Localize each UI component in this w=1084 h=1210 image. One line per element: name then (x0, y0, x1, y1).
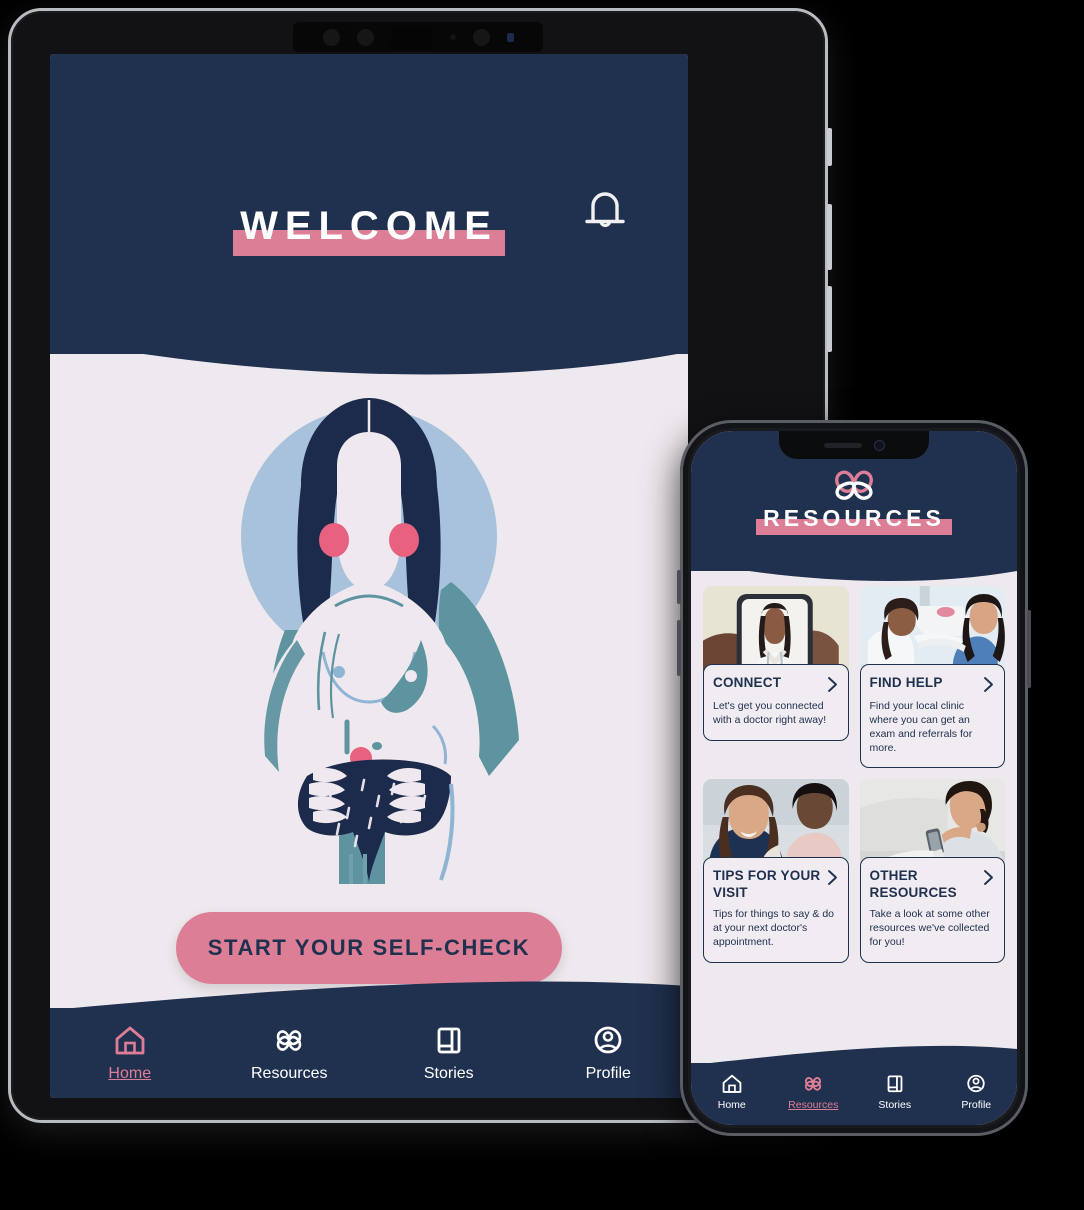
resource-card-description: Tips for things to say & do at your next… (713, 908, 835, 949)
phone-nav-item-stories[interactable]: Stories (854, 1073, 936, 1111)
chevron-right-icon[interactable] (826, 676, 839, 693)
resource-card-body: TIPS FOR YOUR VISIT Tips for things to s… (703, 857, 849, 963)
phone-front-camera (873, 439, 885, 451)
book-icon (887, 1075, 903, 1093)
phone-mute-switch[interactable] (677, 570, 681, 604)
tablet-power-button[interactable] (827, 128, 832, 166)
earring-right (389, 523, 419, 557)
book-icon (437, 1027, 461, 1053)
chevron-right-icon[interactable] (982, 869, 995, 886)
resource-card-tips-for-your-visit[interactable]: TIPS FOR YOUR VISIT Tips for things to s… (703, 779, 849, 963)
hearts-icon (277, 1029, 302, 1051)
hearts-logo-icon (835, 470, 873, 500)
page-title: WELCOME (240, 204, 498, 248)
tablet-nav-label-stories: Stories (423, 1064, 474, 1082)
tablet-indicator-light (506, 32, 514, 42)
tablet-bottom-nav: Home Resources Stories Profile (50, 1008, 688, 1098)
phone-nav-label-stories: Stories (878, 1099, 912, 1111)
resource-card-body: OTHER RESOURCES Take a look at some othe… (859, 857, 1005, 963)
phone-nav-label-profile: Profile (961, 1099, 992, 1111)
resource-card-title: OTHER RESOURCES (869, 868, 957, 900)
resource-card-description: Take a look at some other resources we'v… (869, 908, 990, 949)
profile-icon (967, 1074, 985, 1093)
resource-card-connect[interactable]: CONNECT Let's get you connected with a d… (703, 586, 849, 768)
resource-card-title: CONNECT (713, 675, 782, 690)
phone-header-curve (691, 543, 1017, 582)
self-check-illustration (241, 398, 519, 884)
phone-nav-label-resources: Resources (788, 1099, 839, 1111)
phone-nav-item-resources[interactable]: Resources (773, 1073, 855, 1111)
tablet-camera (356, 28, 374, 46)
resource-cards-grid: CONNECT Let's get you connected with a d… (703, 586, 1005, 963)
resource-card-find-help[interactable]: FIND HELP Find your local clinic where y… (859, 586, 1005, 769)
tablet-ir-camera (472, 28, 490, 46)
phone-earpiece-speaker (823, 442, 862, 448)
tablet-speaker-cutout (390, 25, 433, 49)
home-icon (115, 1026, 145, 1054)
phone-page-title: RESOURCES (763, 505, 945, 531)
phone-notch (779, 431, 929, 459)
tablet-nav-item-profile[interactable]: Profile (529, 1024, 689, 1083)
tablet-volume-up-button[interactable] (827, 204, 832, 270)
tablet-nav-item-stories[interactable]: Stories (369, 1024, 529, 1083)
resource-card-description: Find your local clinic where you can get… (869, 700, 973, 754)
tablet-volume-down-button[interactable] (827, 286, 832, 352)
chevron-right-icon[interactable] (826, 869, 839, 886)
chevron-right-icon[interactable] (982, 676, 995, 693)
phone-title-wrap: RESOURCES (691, 505, 1017, 532)
phone-bottom-nav: Home Resources Stories Profile (691, 1063, 1017, 1125)
start-self-check-button[interactable]: START YOUR SELF-CHECK (176, 912, 562, 984)
tablet-sensor-dot (322, 28, 340, 46)
resource-card-title: FIND HELP (869, 675, 943, 690)
resource-card-body: FIND HELP Find your local clinic where y… (859, 664, 1005, 769)
tablet-screen: WELCOME START YOUR SELF-CHECK Home Resou… (50, 54, 688, 1098)
earring-left (319, 523, 349, 557)
tablet-ambient-sensor (449, 34, 456, 40)
hearts-icon (805, 1077, 822, 1091)
home-icon (722, 1074, 742, 1093)
tablet-header-curve (50, 304, 688, 375)
tablet-nav-item-home[interactable]: Home (50, 1024, 210, 1083)
phone-power-button[interactable] (1027, 610, 1031, 688)
resource-card-body: CONNECT Let's get you connected with a d… (703, 664, 849, 741)
tablet-nav-label-profile: Profile (585, 1064, 631, 1082)
tablet-sensor-array (293, 22, 543, 52)
profile-icon (594, 1026, 622, 1053)
phone-nav-label-home: Home (717, 1099, 746, 1111)
tablet-title-wrap: WELCOME (50, 204, 688, 249)
resource-card-other-resources[interactable]: OTHER RESOURCES Take a look at some othe… (859, 779, 1005, 963)
resource-card-title: TIPS FOR YOUR VISIT (713, 868, 821, 900)
tablet-nav-label-home: Home (108, 1064, 152, 1082)
tablet-nav-item-resources[interactable]: Resources (210, 1024, 370, 1083)
phone-volume-button[interactable] (677, 620, 681, 676)
phone-screen: RESOURCES CONNECT Let's get you connecte… (691, 431, 1017, 1125)
resource-card-description: Let's get you connected with a doctor ri… (713, 700, 827, 726)
phone-device: RESOURCES CONNECT Let's get you connecte… (677, 420, 1031, 1136)
phone-nav-item-home[interactable]: Home (691, 1073, 773, 1111)
phone-nav-item-profile[interactable]: Profile (936, 1073, 1018, 1111)
tablet-nav-label-resources: Resources (251, 1064, 328, 1082)
